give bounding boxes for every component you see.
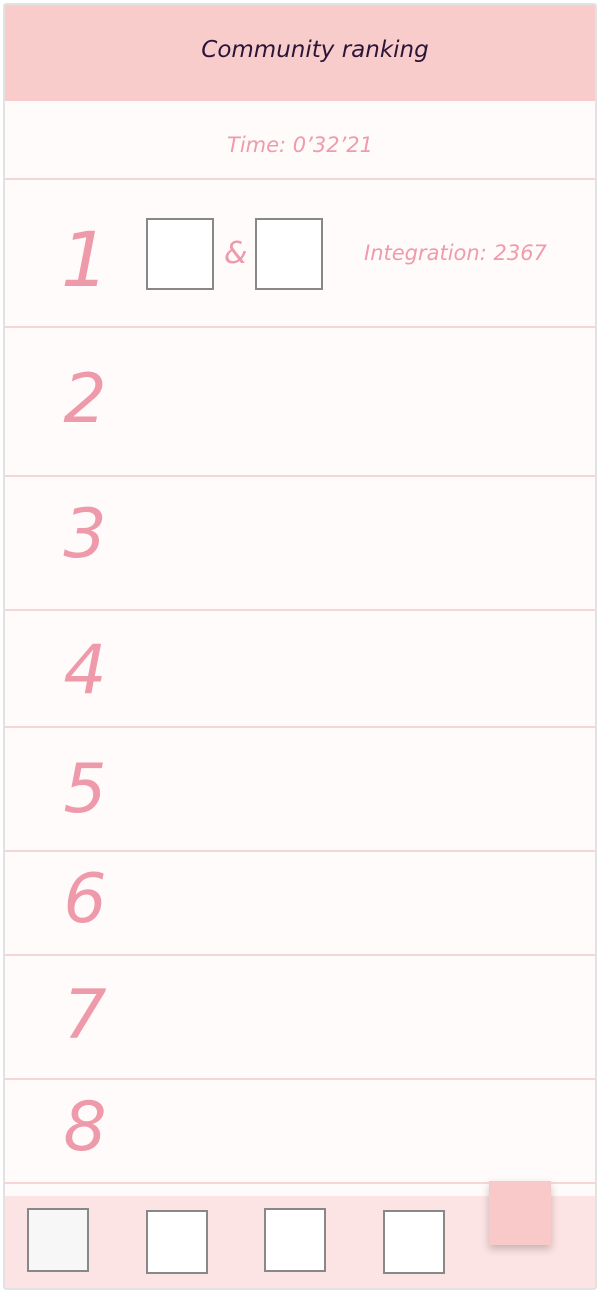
timer-label: Time: 0’32’21	[227, 133, 373, 157]
ranking-row-2[interactable]: 2	[5, 328, 595, 477]
tab-button-2[interactable]	[146, 1210, 208, 1274]
pair-connector: &	[224, 236, 248, 271]
timer-row: Time: 0’32’21	[5, 101, 595, 180]
rank-number: 5	[63, 750, 107, 829]
ranking-row-3[interactable]: 3	[5, 477, 595, 611]
ranking-row-5[interactable]: 5	[5, 728, 595, 852]
rank-number: 4	[63, 631, 107, 710]
integration-score: Integration: 2367	[364, 241, 547, 265]
ranking-row-8[interactable]: 8	[5, 1080, 595, 1184]
rank-number: 7	[63, 976, 107, 1055]
tab-button-4[interactable]	[383, 1210, 445, 1274]
tab-button-1[interactable]	[27, 1208, 89, 1272]
app-frame: Community ranking Time: 0’32’21 1 & Inte…	[3, 3, 597, 1290]
player-avatar-2[interactable]	[255, 218, 323, 290]
header-bar: Community ranking	[5, 5, 595, 101]
ranking-row-1[interactable]: 1 & Integration: 2367	[5, 178, 595, 328]
floating-action-button[interactable]	[489, 1181, 551, 1245]
ranking-row-7[interactable]: 7	[5, 956, 595, 1080]
player-avatar-1[interactable]	[146, 218, 214, 290]
ranking-row-6[interactable]: 6	[5, 852, 595, 956]
rank-number: 1	[60, 215, 110, 304]
rank-number: 2	[63, 360, 107, 439]
rank-number: 8	[63, 1088, 107, 1167]
page-title: Community ranking	[201, 37, 429, 63]
ranking-row-4[interactable]: 4	[5, 611, 595, 728]
tab-button-3[interactable]	[264, 1208, 326, 1272]
rank-number: 3	[63, 495, 107, 574]
rank-number: 6	[63, 860, 107, 939]
